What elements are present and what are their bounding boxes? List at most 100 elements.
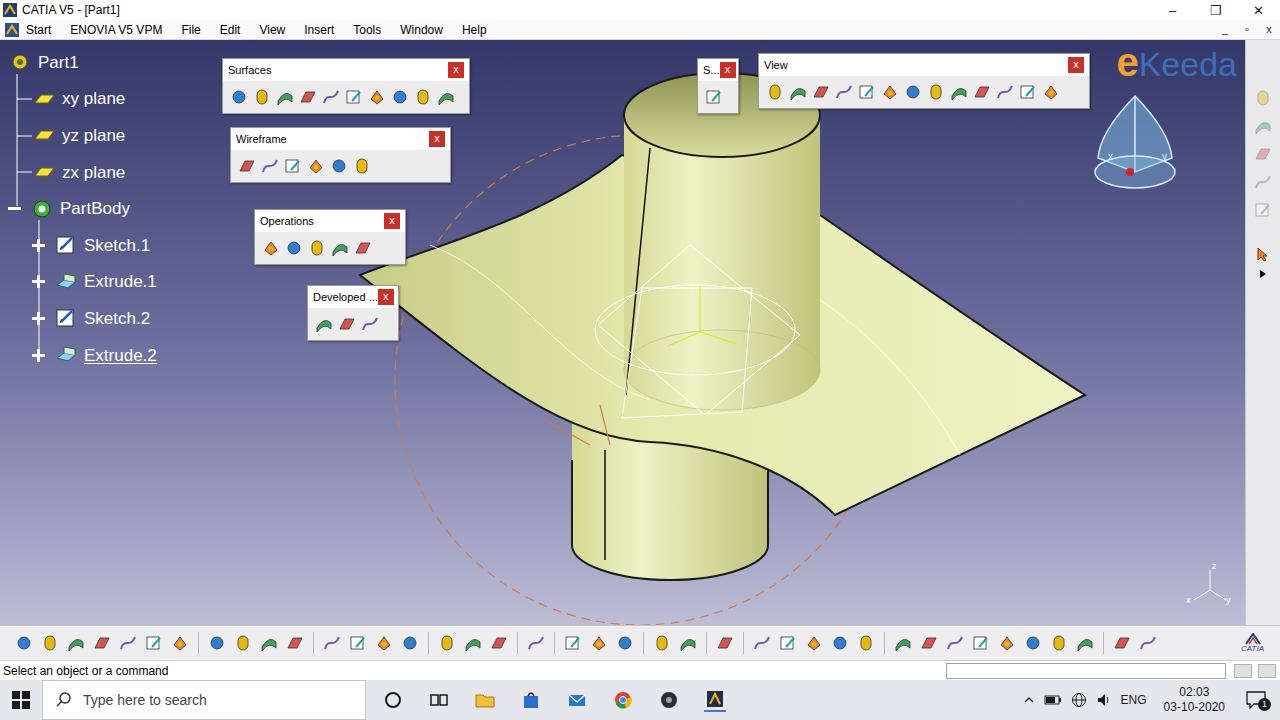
tool-icon[interactable]	[260, 156, 280, 176]
tool-icon[interactable]	[367, 87, 387, 107]
tree-item[interactable]: yz plane	[4, 117, 204, 154]
tool-icon[interactable]	[919, 633, 939, 653]
tool-icon[interactable]	[1049, 633, 1069, 653]
tree-label[interactable]: xy plane	[62, 90, 125, 107]
notification-center[interactable]: 1	[1244, 688, 1272, 712]
tool-icon[interactable]	[997, 633, 1017, 653]
tool-icon[interactable]	[229, 87, 249, 107]
tool-icon[interactable]	[374, 633, 394, 653]
tree-toggle[interactable]	[8, 202, 21, 215]
tree-label[interactable]: Extrude.2	[84, 347, 157, 364]
doc-close-button[interactable]: x	[1258, 24, 1280, 35]
clock[interactable]: 02:0303-10-2020	[1164, 685, 1225, 715]
tool-icon[interactable]	[233, 633, 253, 653]
status-button[interactable]	[1258, 664, 1276, 678]
tool-icon[interactable]	[804, 633, 824, 653]
tool-icon[interactable]	[170, 633, 190, 653]
tool-icon[interactable]	[307, 238, 327, 258]
media-app-icon[interactable]	[658, 689, 680, 711]
tool-icon[interactable]	[652, 633, 672, 653]
tool-icon[interactable]	[715, 633, 735, 653]
cursor-arrow-icon[interactable]	[1255, 246, 1271, 262]
toolbar-close-button[interactable]: x	[378, 289, 394, 305]
windows-start-icon[interactable]	[0, 680, 42, 720]
tool-icon[interactable]	[413, 87, 433, 107]
tool-icon[interactable]	[306, 156, 326, 176]
tree-toggle[interactable]	[32, 239, 45, 252]
tool-icon[interactable]	[903, 82, 923, 102]
tool-icon[interactable]	[261, 238, 281, 258]
tool-icon[interactable]	[463, 633, 483, 653]
tool-icon[interactable]	[322, 633, 342, 653]
tool-icon[interactable]	[945, 633, 965, 653]
tree-item[interactable]: Extrude.1	[4, 264, 204, 301]
menu-item[interactable]: Edit	[220, 24, 241, 36]
tree-item[interactable]: zx plane	[4, 154, 204, 191]
tool-icon[interactable]	[14, 633, 34, 653]
tree-item[interactable]: Part1	[4, 44, 204, 81]
tool-icon[interactable]	[1041, 82, 1061, 102]
menu-item[interactable]: ENOVIA V5 VPM	[70, 24, 162, 36]
tool-icon[interactable]	[678, 633, 698, 653]
tool-icon[interactable]	[118, 633, 138, 653]
tool-icon[interactable]	[252, 87, 272, 107]
restore-button[interactable]: ❐	[1194, 4, 1237, 17]
toolbar-close-button[interactable]: x	[384, 213, 400, 229]
tool-icon[interactable]	[321, 87, 341, 107]
tool-icon[interactable]	[314, 314, 334, 334]
tree-label[interactable]: zx plane	[62, 164, 125, 181]
menu-item[interactable]: Help	[462, 24, 487, 36]
tool-icon[interactable]	[352, 156, 372, 176]
catia-taskbar-icon[interactable]	[704, 688, 726, 710]
tool-icon[interactable]	[1075, 633, 1095, 653]
tool-icon[interactable]	[834, 82, 854, 102]
tool-icon[interactable]	[1253, 116, 1273, 136]
tool-icon[interactable]	[92, 633, 112, 653]
tool-icon[interactable]	[704, 87, 724, 107]
toolbar-close-button[interactable]: x	[1068, 57, 1084, 73]
tool-icon[interactable]	[390, 87, 410, 107]
tool-icon[interactable]	[360, 314, 380, 334]
menu-item[interactable]: Tools	[353, 24, 381, 36]
tool-icon[interactable]	[1253, 88, 1273, 108]
doc-restore-button[interactable]: ▫	[1236, 24, 1258, 35]
tool-icon[interactable]	[1112, 633, 1132, 653]
tool-icon[interactable]	[330, 238, 350, 258]
tool-icon[interactable]	[284, 238, 304, 258]
tool-icon[interactable]	[437, 633, 457, 653]
tool-icon[interactable]	[788, 82, 808, 102]
tool-icon[interactable]	[926, 82, 946, 102]
floating-toolbar[interactable]: Viewx	[758, 53, 1090, 109]
tool-icon[interactable]	[66, 633, 86, 653]
tool-icon[interactable]	[615, 633, 635, 653]
tree-item[interactable]: Sketch.2	[4, 300, 204, 337]
tool-icon[interactable]	[778, 633, 798, 653]
tree-label[interactable]: Sketch.1	[84, 237, 150, 254]
tree-item[interactable]: Sketch.1	[4, 227, 204, 264]
tool-icon[interactable]	[329, 156, 349, 176]
tool-icon[interactable]	[344, 87, 364, 107]
tool-icon[interactable]	[972, 82, 992, 102]
menu-item[interactable]: Start	[26, 24, 51, 36]
compass-icon[interactable]	[1090, 92, 1180, 192]
network-icon[interactable]	[1071, 692, 1087, 708]
command-input[interactable]	[946, 663, 1226, 679]
tool-icon[interactable]	[337, 314, 357, 334]
tree-label[interactable]: yz plane	[62, 127, 125, 144]
tool-icon[interactable]	[489, 633, 509, 653]
language-indicator[interactable]: ENG	[1121, 694, 1147, 706]
status-button[interactable]	[1234, 664, 1252, 678]
cortana-icon[interactable]	[382, 689, 404, 711]
doc-minimize-button[interactable]: _	[1214, 24, 1236, 35]
tool-icon[interactable]	[275, 87, 295, 107]
part-model[interactable]	[0, 40, 1245, 625]
tool-icon[interactable]	[285, 633, 305, 653]
speaker-icon[interactable]	[1096, 692, 1112, 708]
toolbar-close-button[interactable]: x	[448, 62, 464, 78]
tool-icon[interactable]	[765, 82, 785, 102]
tool-icon[interactable]	[995, 82, 1015, 102]
tree-label[interactable]: Sketch.2	[84, 310, 150, 327]
minimize-button[interactable]: –	[1151, 4, 1194, 17]
menu-item[interactable]: File	[181, 24, 200, 36]
tree-toggle[interactable]	[32, 275, 45, 288]
